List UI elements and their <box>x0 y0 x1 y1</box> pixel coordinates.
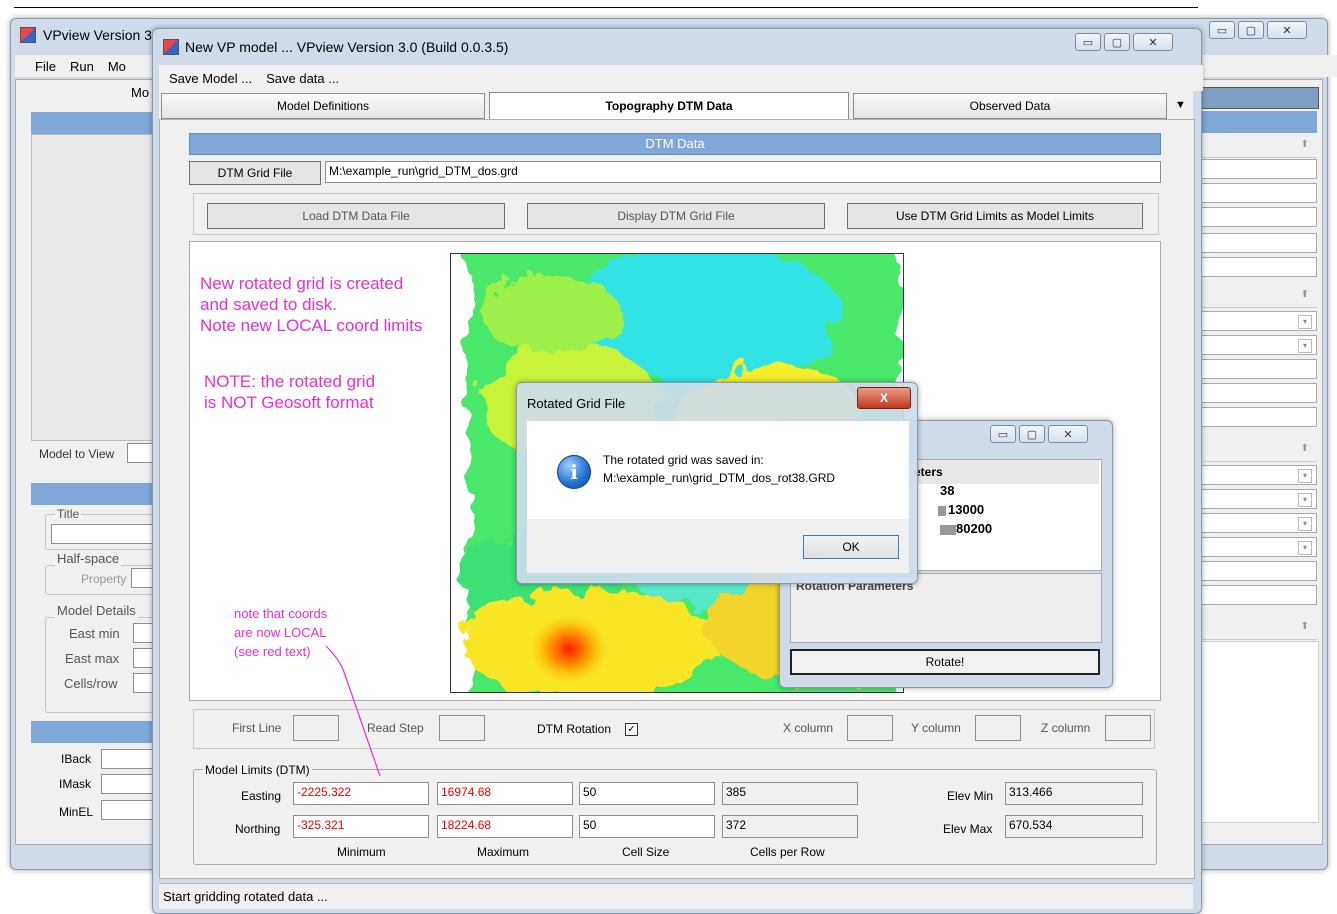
rot-value-1[interactable]: 38 <box>940 483 954 498</box>
rot-params-header: eters <box>914 465 943 479</box>
info-icon: i <box>557 455 591 489</box>
rotate-button[interactable]: Rotate! <box>790 649 1100 675</box>
rot-close-icon[interactable]: ✕ <box>1048 425 1088 443</box>
message-line-1: The rotated grid was saved in: <box>603 453 764 467</box>
rot-minimize-icon[interactable]: ▭ <box>990 425 1016 443</box>
message-line-2: M:\example_run\grid_DTM_dos_rot38.GRD <box>603 471 836 485</box>
message-box-close-icon[interactable]: X <box>857 387 911 409</box>
message-box-title: Rotated Grid File <box>527 396 626 411</box>
rot-value-3[interactable]: 80200 <box>956 521 992 536</box>
message-box-close-glyph: X <box>879 391 888 405</box>
rot-value-2[interactable]: 13000 <box>948 502 984 517</box>
rot-value-3-marker <box>940 525 956 535</box>
ok-button-label: OK <box>842 540 860 554</box>
ok-button[interactable]: OK <box>803 535 899 559</box>
rot-value-2-marker <box>938 506 946 516</box>
rot-maximize-icon[interactable]: ▢ <box>1019 425 1045 443</box>
message-box: Rotated Grid File X i The rotated grid w… <box>516 382 918 584</box>
rotate-button-label: Rotate! <box>925 655 965 669</box>
